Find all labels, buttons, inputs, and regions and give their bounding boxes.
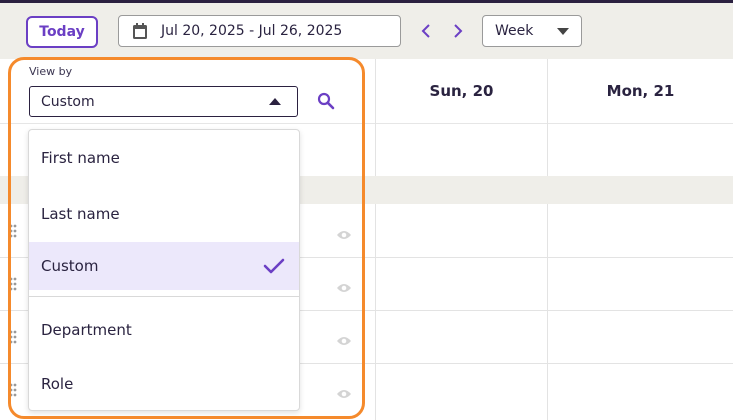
caret-up-icon <box>269 98 281 105</box>
option-last-name[interactable]: Last name <box>29 186 299 242</box>
chevron-right-icon[interactable] <box>452 23 464 39</box>
drag-handle-icon[interactable] <box>9 276 17 292</box>
calendar-icon <box>133 23 147 39</box>
view-by-select[interactable]: Custom <box>29 86 298 117</box>
view-mode-select[interactable]: Week <box>482 15 582 47</box>
view-mode-value: Week <box>495 23 534 39</box>
today-button[interactable]: Today <box>26 16 98 48</box>
view-by-dropdown: First name Last name Custom Department R… <box>28 129 300 411</box>
caret-down-icon <box>557 28 569 35</box>
day-header-sun: Sun, 20 <box>429 82 494 100</box>
option-label: Role <box>41 375 74 393</box>
date-range-picker[interactable]: Jul 20, 2025 - Jul 26, 2025 <box>118 15 401 47</box>
drag-handle-icon[interactable] <box>9 382 17 398</box>
option-label: Last name <box>41 205 120 223</box>
option-first-name[interactable]: First name <box>29 130 299 186</box>
view-by-value: Custom <box>41 93 95 110</box>
eye-icon[interactable] <box>336 226 352 239</box>
check-icon <box>263 258 285 274</box>
day-header-mon: Mon, 21 <box>606 82 675 100</box>
option-custom[interactable]: Custom <box>29 242 299 290</box>
option-label: Custom <box>41 257 99 275</box>
option-role[interactable]: Role <box>29 356 299 412</box>
search-icon[interactable] <box>317 92 335 110</box>
option-label: First name <box>41 149 120 167</box>
eye-icon[interactable] <box>336 332 352 345</box>
view-by-label: View by <box>29 65 73 78</box>
dropdown-divider <box>29 296 299 297</box>
date-range-text: Jul 20, 2025 - Jul 26, 2025 <box>161 23 343 39</box>
option-department[interactable]: Department <box>29 302 299 358</box>
eye-icon[interactable] <box>336 279 352 292</box>
option-label: Department <box>41 321 132 339</box>
chevron-left-icon[interactable] <box>420 23 432 39</box>
drag-handle-icon[interactable] <box>9 329 17 345</box>
eye-icon[interactable] <box>336 385 352 398</box>
drag-handle-icon[interactable] <box>9 223 17 239</box>
toolbar: Today Jul 20, 2025 - Jul 26, 2025 Week <box>0 3 733 59</box>
